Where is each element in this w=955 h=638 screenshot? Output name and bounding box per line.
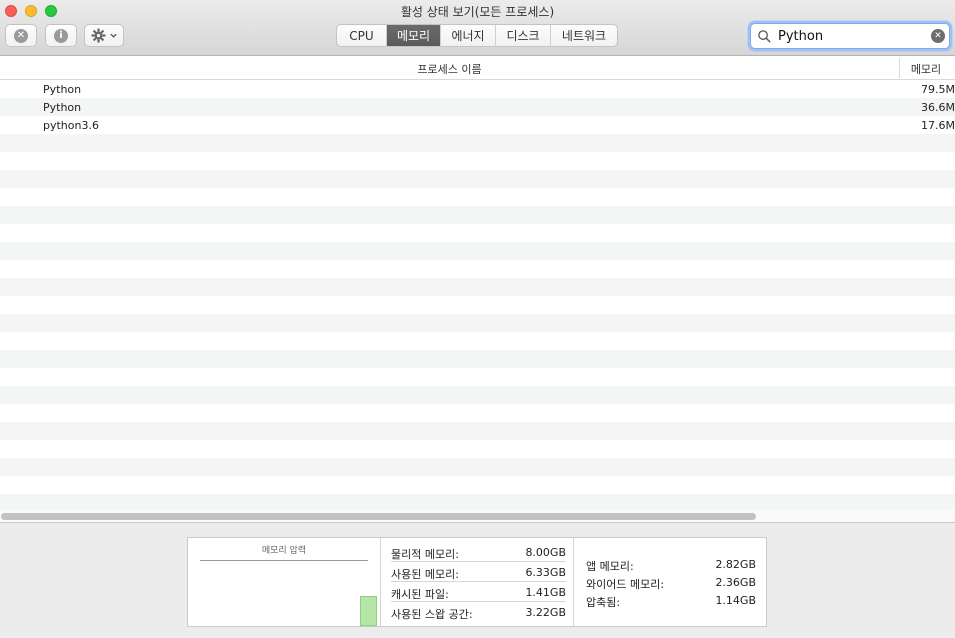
empty-row bbox=[0, 386, 955, 404]
empty-row bbox=[0, 476, 955, 494]
memory-stats: 물리적 메모리: 8.00GB 사용된 메모리: 6.33GB 캐시된 파일: … bbox=[381, 538, 574, 626]
memory-breakdown: 앱 메모리: 2.82GB 와이어드 메모리: 2.36GB 압축됨: 1.14… bbox=[574, 538, 766, 626]
stat-row: 사용된 스왑 공간: 3.22GB bbox=[391, 602, 566, 622]
breakdown-value: 2.36GB bbox=[715, 576, 756, 589]
stat-label: 사용된 스왑 공간: bbox=[391, 608, 473, 621]
tab-disk[interactable]: 디스크 bbox=[496, 25, 551, 46]
empty-row bbox=[0, 260, 955, 278]
stop-process-button[interactable]: ✕ bbox=[5, 24, 37, 47]
empty-row bbox=[0, 206, 955, 224]
stat-row: 물리적 메모리: 8.00GB bbox=[391, 542, 566, 562]
stat-row: 캐시된 파일: 1.41GB bbox=[391, 582, 566, 602]
empty-row bbox=[0, 224, 955, 242]
empty-row bbox=[0, 170, 955, 188]
clear-search-icon[interactable]: ✕ bbox=[931, 29, 945, 43]
process-info-button[interactable]: i bbox=[45, 24, 77, 47]
x-circle-icon: ✕ bbox=[14, 28, 28, 43]
view-tabs: CPU 메모리 에너지 디스크 네트워크 bbox=[336, 24, 618, 47]
stat-value: 6.33GB bbox=[525, 566, 566, 579]
table-header: 프로세스 이름 메모리 bbox=[0, 56, 955, 80]
table-row[interactable]: python3.6 17.6M bbox=[0, 116, 955, 134]
empty-row bbox=[0, 368, 955, 386]
stat-label: 사용된 메모리: bbox=[391, 568, 459, 581]
memory-pressure-graph: 메모리 압력 bbox=[188, 538, 381, 626]
empty-row bbox=[0, 314, 955, 332]
breakdown-label: 압축됨: bbox=[586, 596, 621, 609]
process-table: Python 79.5M Python 36.6M python3.6 17.6… bbox=[0, 80, 955, 510]
window-title: 활성 상태 보기(모든 프로세스) bbox=[400, 5, 555, 19]
actions-menu-button[interactable] bbox=[84, 24, 124, 47]
breakdown-label: 와이어드 메모리: bbox=[586, 578, 665, 591]
empty-row bbox=[0, 494, 955, 510]
column-divider[interactable] bbox=[899, 58, 900, 78]
toolbar: 활성 상태 보기(모든 프로세스) ✕ i CPU 메모리 에너지 디스크 네트… bbox=[0, 0, 955, 56]
process-memory: 79.5M bbox=[921, 83, 955, 96]
empty-row bbox=[0, 242, 955, 260]
empty-row bbox=[0, 422, 955, 440]
memory-pressure-title: 메모리 압력 bbox=[200, 543, 368, 561]
stat-label: 물리적 메모리: bbox=[391, 548, 459, 561]
empty-row bbox=[0, 404, 955, 422]
horizontal-scrollbar[interactable] bbox=[0, 510, 955, 522]
column-header-memory[interactable]: 메모리 bbox=[901, 61, 951, 77]
stat-value: 3.22GB bbox=[525, 606, 566, 619]
stat-value: 8.00GB bbox=[525, 546, 566, 559]
tab-network[interactable]: 네트워크 bbox=[551, 25, 617, 46]
empty-row bbox=[0, 188, 955, 206]
breakdown-value: 1.14GB bbox=[715, 594, 756, 607]
tab-energy[interactable]: 에너지 bbox=[441, 25, 496, 46]
process-name: Python bbox=[43, 83, 82, 96]
chevron-down-icon bbox=[109, 33, 117, 38]
tab-cpu[interactable]: CPU bbox=[337, 25, 387, 46]
tab-memory[interactable]: 메모리 bbox=[387, 25, 441, 46]
empty-row bbox=[0, 152, 955, 170]
gear-icon bbox=[90, 28, 106, 43]
search-input[interactable]: Python bbox=[778, 29, 823, 44]
empty-row bbox=[0, 296, 955, 314]
empty-row bbox=[0, 458, 955, 476]
breakdown-value: 2.82GB bbox=[715, 558, 756, 571]
search-icon bbox=[758, 30, 771, 43]
memory-pressure-bar bbox=[360, 596, 377, 626]
memory-summary-area: 메모리 압력 물리적 메모리: 8.00GB 사용된 메모리: 6.33GB 캐… bbox=[0, 522, 955, 638]
search-field[interactable]: Python ✕ bbox=[750, 23, 950, 49]
empty-row bbox=[0, 332, 955, 350]
breakdown-row: 앱 메모리: 2.82GB bbox=[586, 558, 756, 576]
process-name: Python bbox=[43, 101, 82, 114]
column-header-process-name[interactable]: 프로세스 이름 bbox=[0, 61, 899, 77]
stat-label: 캐시된 파일: bbox=[391, 588, 449, 601]
memory-summary-panel: 메모리 압력 물리적 메모리: 8.00GB 사용된 메모리: 6.33GB 캐… bbox=[187, 537, 767, 627]
empty-row bbox=[0, 278, 955, 296]
table-row[interactable]: Python 79.5M bbox=[0, 80, 955, 98]
breakdown-row: 압축됨: 1.14GB bbox=[586, 594, 756, 612]
info-icon: i bbox=[54, 28, 68, 43]
process-memory: 17.6M bbox=[921, 119, 955, 132]
stat-row: 사용된 메모리: 6.33GB bbox=[391, 562, 566, 582]
stat-value: 1.41GB bbox=[525, 586, 566, 599]
empty-row bbox=[0, 134, 955, 152]
process-memory: 36.6M bbox=[921, 101, 955, 114]
breakdown-row: 와이어드 메모리: 2.36GB bbox=[586, 576, 756, 594]
scrollbar-thumb[interactable] bbox=[1, 513, 756, 520]
empty-row bbox=[0, 440, 955, 458]
table-row[interactable]: Python 36.6M bbox=[0, 98, 955, 116]
process-name: python3.6 bbox=[43, 119, 99, 132]
empty-row bbox=[0, 350, 955, 368]
breakdown-label: 앱 메모리: bbox=[586, 560, 634, 573]
